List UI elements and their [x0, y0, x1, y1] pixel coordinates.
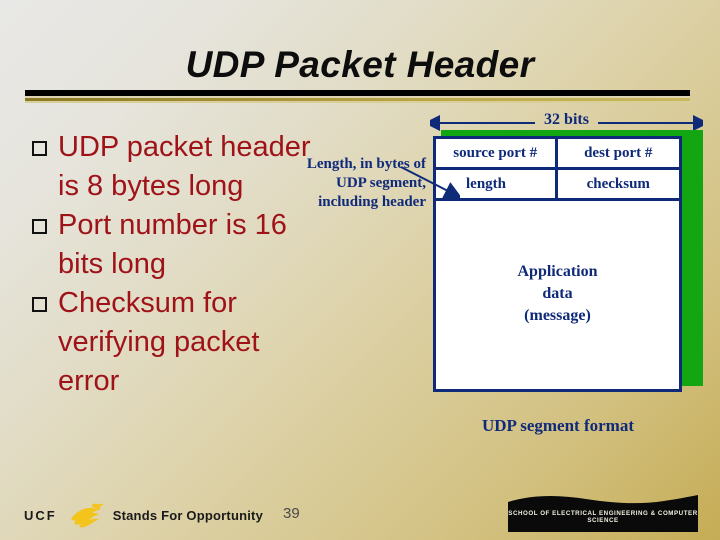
square-bullet-icon: [26, 206, 58, 245]
udp-segment-diagram: source port # dest port # length checksu…: [433, 136, 682, 392]
title-divider: [25, 90, 690, 104]
bullet-item-label: Checksum for verifying packet error: [58, 287, 260, 397]
ucf-footer-logo: UCF Stands For Opportunity: [24, 500, 263, 530]
page-number: 39: [283, 505, 300, 522]
callout-arrow-icon: [400, 166, 460, 199]
diagram-caption: UDP segment format: [481, 416, 634, 435]
field-application-data: Application data (message): [436, 201, 679, 387]
field-dest-port: dest port #: [584, 144, 653, 161]
bullet-item-label: Port number is 16 bits long: [58, 209, 287, 280]
pegasus-icon: [70, 503, 104, 528]
cecs-banner-label: SCHOOL OF ELECTRICAL ENGINEERING & COMPU…: [508, 510, 698, 524]
slide-canvas: UDP Packet Header UDP packet header is 8…: [0, 0, 720, 540]
square-bullet-icon: [26, 284, 58, 323]
bit-width-label: 32 bits: [544, 111, 589, 128]
payload-line-2: data: [542, 285, 573, 302]
payload-line-3: (message): [524, 307, 591, 324]
ucf-tagline: Stands For Opportunity: [112, 507, 264, 523]
payload-line-1: Application: [517, 263, 598, 280]
list-item: Port number is 16 bits long: [26, 206, 326, 284]
list-item: Checksum for verifying packet error: [26, 284, 326, 401]
square-bullet-icon: [26, 128, 58, 167]
field-checksum: checksum: [586, 175, 650, 192]
divider-gold-highlight: [25, 101, 690, 103]
packet-row-ports: source port # dest port #: [436, 139, 679, 170]
ucf-wordmark: UCF: [24, 507, 57, 523]
page-title: UDP Packet Header: [185, 44, 535, 85]
cecs-footer-logo: SCHOOL OF ELECTRICAL ENGINEERING & COMPU…: [508, 492, 698, 532]
packet-row-length-checksum: length checksum: [436, 170, 679, 201]
